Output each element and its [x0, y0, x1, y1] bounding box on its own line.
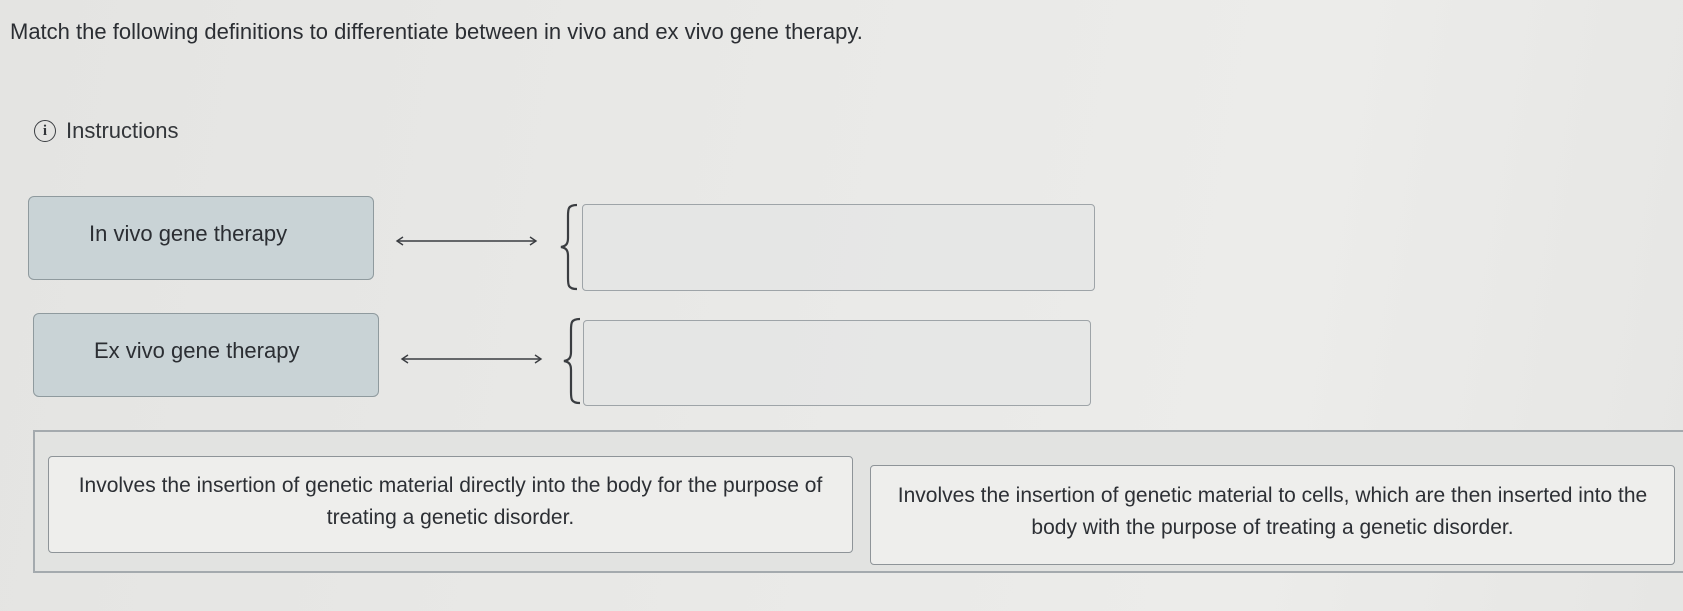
double-arrow-icon [395, 236, 538, 246]
question-prompt: Match the following definitions to diffe… [10, 19, 863, 44]
instructions-toggle[interactable]: i Instructions [34, 118, 179, 144]
answer-card-text: Involves the insertion of genetic materi… [897, 484, 1648, 539]
term-label: Ex vivo gene therapy [94, 338, 300, 363]
left-brace-icon [560, 203, 578, 291]
info-icon: i [34, 120, 56, 142]
drop-target-ex-vivo[interactable] [583, 320, 1091, 406]
term-label: In vivo gene therapy [89, 221, 288, 246]
term-in-vivo: In vivo gene therapy [28, 196, 374, 280]
drop-target-in-vivo[interactable] [582, 204, 1095, 291]
instructions-label: Instructions [66, 118, 179, 143]
answer-card-cell-insertion[interactable]: Involves the insertion of genetic materi… [870, 465, 1675, 565]
answer-card-direct-insertion[interactable]: Involves the insertion of genetic materi… [48, 456, 853, 553]
double-arrow-icon [400, 354, 543, 364]
term-ex-vivo: Ex vivo gene therapy [33, 313, 379, 397]
answer-card-text: Involves the insertion of genetic materi… [78, 473, 823, 529]
left-brace-icon [563, 317, 581, 405]
